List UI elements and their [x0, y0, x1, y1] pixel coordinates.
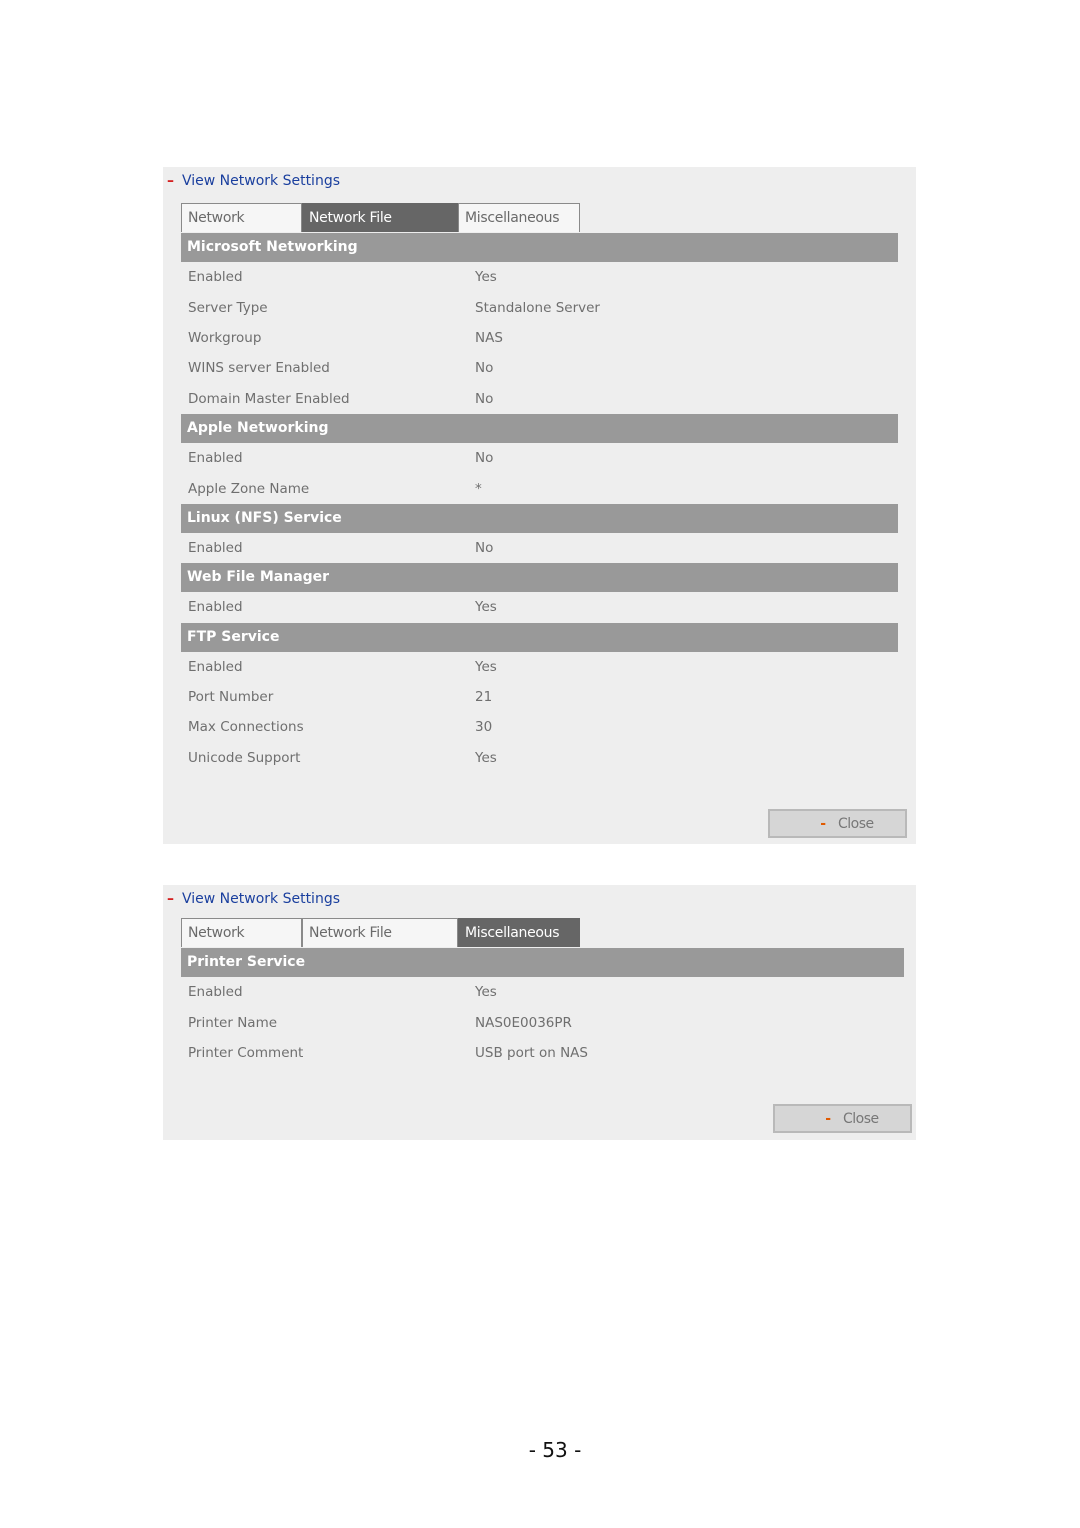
page-number: - 53 - — [528, 1438, 582, 1462]
setting-row: Apple Zone Name * — [181, 473, 898, 503]
setting-value: No — [475, 390, 494, 407]
section-header-apple-networking: Apple Networking — [181, 413, 898, 443]
collapse-icon[interactable]: – — [167, 173, 182, 189]
close-button-label: Close — [843, 1110, 879, 1127]
section-header-microsoft-networking: Microsoft Networking — [181, 233, 898, 262]
setting-value: NAS0E0036PR — [475, 1014, 572, 1031]
close-button-label: Close — [838, 815, 874, 832]
setting-value: USB port on NAS — [475, 1044, 588, 1061]
tab-network[interactable]: Network — [181, 203, 302, 232]
setting-row: Enabled Yes — [181, 262, 898, 292]
setting-row: WINS server Enabled No — [181, 353, 898, 383]
section-header-web-file-manager: Web File Manager — [181, 563, 898, 593]
section-header-printer-service: Printer Service — [181, 948, 904, 977]
setting-row: Enabled Yes — [181, 592, 898, 622]
miscellaneous-panel: – View Network Settings Network Network … — [163, 885, 916, 1140]
setting-label: Domain Master Enabled — [188, 390, 350, 407]
setting-value: No — [475, 450, 494, 467]
setting-label: Unicode Support — [188, 749, 301, 766]
tab-miscellaneous[interactable]: Miscellaneous — [458, 918, 580, 947]
setting-row: Domain Master Enabled No — [181, 384, 898, 414]
close-dash-icon: - — [825, 1110, 831, 1127]
tab-network[interactable]: Network — [181, 918, 302, 947]
tab-miscellaneous[interactable]: Miscellaneous — [458, 203, 580, 232]
setting-row: Workgroup NAS — [181, 323, 898, 353]
setting-label: Apple Zone Name — [188, 480, 310, 497]
network-file-services-panel: – View Network Settings Network Network … — [163, 167, 916, 844]
setting-value: * — [475, 480, 482, 497]
setting-row: Enabled Yes — [181, 652, 898, 682]
setting-label: Port Number — [188, 689, 274, 706]
setting-row: Max Connections 30 — [181, 712, 898, 742]
setting-label: Enabled — [188, 539, 243, 556]
setting-row: Enabled Yes — [181, 977, 904, 1007]
section-header-linux-nfs-service: Linux (NFS) Service — [181, 503, 898, 533]
setting-value: NAS — [475, 329, 503, 346]
panel-title-text[interactable]: View Network Settings — [182, 891, 340, 907]
setting-row: Server Type Standalone Server — [181, 292, 898, 322]
close-button[interactable]: - Close — [773, 1104, 912, 1133]
setting-value: No — [475, 360, 494, 377]
setting-value: Yes — [475, 749, 497, 766]
setting-row: Unicode Support Yes — [181, 743, 898, 773]
tab-network-file-services[interactable]: Network File Services — [302, 918, 458, 969]
setting-label: Max Connections — [188, 719, 304, 736]
tab-network-file-services[interactable]: Network File Services — [302, 203, 458, 254]
setting-label: Enabled — [188, 599, 243, 616]
setting-value: No — [475, 539, 494, 556]
setting-value: Yes — [475, 658, 497, 675]
setting-value: Yes — [475, 269, 497, 286]
setting-value: Yes — [475, 984, 497, 1001]
setting-row: Printer Name NAS0E0036PR — [181, 1007, 904, 1037]
settings-content: Microsoft Networking Enabled Yes Server T… — [181, 233, 898, 773]
setting-label: Printer Comment — [188, 1044, 304, 1061]
setting-row: Port Number 21 — [181, 682, 898, 712]
setting-label: WINS server Enabled — [188, 360, 330, 377]
setting-value: 30 — [475, 719, 493, 736]
setting-label: Enabled — [188, 658, 243, 675]
close-button[interactable]: - Close — [768, 809, 907, 838]
setting-label: Workgroup — [188, 329, 262, 346]
setting-label: Enabled — [188, 269, 243, 286]
setting-value: 21 — [475, 689, 493, 706]
setting-value: Yes — [475, 599, 497, 616]
setting-label: Printer Name — [188, 1014, 278, 1031]
setting-label: Enabled — [188, 450, 243, 467]
setting-row: Enabled No — [181, 443, 898, 473]
close-dash-icon: - — [820, 815, 826, 832]
settings-content: Printer Service Enabled Yes Printer Name N… — [181, 948, 904, 1068]
setting-value: Standalone Server — [475, 299, 600, 316]
collapse-icon[interactable]: – — [167, 891, 182, 907]
panel-title[interactable]: – View Network Settings — [167, 891, 340, 907]
setting-label: Enabled — [188, 984, 243, 1001]
setting-row: Printer Comment USB port on NAS — [181, 1038, 904, 1068]
panel-title[interactable]: – View Network Settings — [167, 173, 340, 189]
panel-title-text[interactable]: View Network Settings — [182, 173, 340, 189]
section-header-ftp-service: FTP Service — [181, 622, 898, 652]
tab-bar: Network Network File Services Miscellane… — [181, 918, 580, 969]
setting-row: Enabled No — [181, 533, 898, 563]
setting-label: Server Type — [188, 299, 268, 316]
tab-bar: Network Network File Services Miscellane… — [181, 203, 580, 254]
